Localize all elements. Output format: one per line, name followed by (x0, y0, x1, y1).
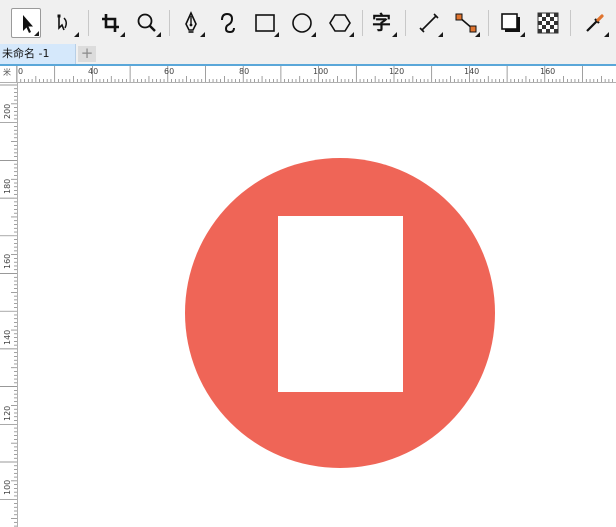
ruler-unit-label: 米 (3, 68, 11, 77)
ruler-label: 40 (88, 67, 98, 76)
artistic-media-tool-button[interactable] (213, 8, 243, 38)
ruler-label: 140 (3, 330, 12, 345)
artwork (185, 158, 495, 468)
crop-tool-button[interactable] (96, 8, 126, 38)
text-tool-button[interactable]: 字 (368, 8, 398, 38)
ruler-label: 80 (239, 67, 249, 76)
flyout-indicator (34, 31, 39, 36)
eyedropper-tool-button[interactable] (580, 8, 610, 38)
flyout-indicator (74, 32, 79, 37)
ruler-label: 0 (18, 67, 23, 76)
flyout-indicator (475, 32, 480, 37)
flyout-indicator (274, 32, 279, 37)
shape-tool-button[interactable] (50, 8, 80, 38)
drawing-canvas[interactable] (18, 83, 616, 527)
polygon-tool-button[interactable] (325, 8, 355, 38)
dimension-tool-button[interactable] (414, 8, 444, 38)
ruler-label: 140 (464, 67, 479, 76)
ruler-label: 100 (313, 67, 328, 76)
ruler-label: 120 (389, 67, 404, 76)
flyout-indicator (392, 32, 397, 37)
pick-tool-button[interactable] (11, 8, 41, 38)
ruler-label: 60 (164, 67, 174, 76)
ruler-label: 100 (3, 480, 12, 495)
white-rectangle-shape[interactable] (278, 216, 403, 392)
horizontal-ruler-scale: 0 40 60 80 100 120 140 160 (16, 66, 614, 82)
toolbar-separator (88, 10, 89, 36)
ruler-label: 160 (3, 254, 12, 269)
transparency-tool-button[interactable] (533, 8, 563, 38)
zoom-tool-button[interactable] (132, 8, 162, 38)
ruler-label: 160 (540, 67, 555, 76)
ruler-label: 200 (3, 104, 12, 119)
toolbar-separator (570, 10, 571, 36)
toolbar-separator (362, 10, 363, 36)
rectangle-tool-button[interactable] (250, 8, 280, 38)
vertical-ruler[interactable]: 200 180 160 140 120 100 (0, 83, 18, 527)
transparency-checker-icon (537, 12, 559, 34)
drop-shadow-tool-button[interactable] (496, 8, 526, 38)
flyout-indicator (120, 32, 125, 37)
vertical-ruler-scale: 200 180 160 140 120 100 (0, 84, 17, 527)
toolbar-separator (405, 10, 406, 36)
flyout-indicator (604, 32, 609, 37)
ruler-corner[interactable]: 米 (0, 66, 17, 83)
flyout-indicator (156, 32, 161, 37)
document-tab-bar: 未命名 -1 + (0, 44, 616, 64)
add-document-tab-button[interactable]: + (78, 46, 96, 62)
flyout-indicator (438, 32, 443, 37)
text-glyph-icon: 字 (372, 12, 392, 34)
pen-tool-button[interactable] (176, 8, 206, 38)
main-toolbar: 字 (0, 0, 616, 45)
connector-tool-button[interactable] (451, 8, 481, 38)
ruler-label: 180 (3, 179, 12, 194)
toolbar-separator (488, 10, 489, 36)
curve-stroke-icon (221, 12, 235, 34)
toolbar-separator (169, 10, 170, 36)
flyout-indicator (311, 32, 316, 37)
ruler-label: 120 (3, 406, 12, 421)
ellipse-tool-button[interactable] (287, 8, 317, 38)
horizontal-ruler[interactable]: 0 40 60 80 100 120 140 160 (0, 66, 616, 83)
flyout-indicator (200, 32, 205, 37)
flyout-indicator (520, 32, 525, 37)
flyout-indicator (349, 32, 354, 37)
document-tab[interactable]: 未命名 -1 (0, 44, 76, 64)
